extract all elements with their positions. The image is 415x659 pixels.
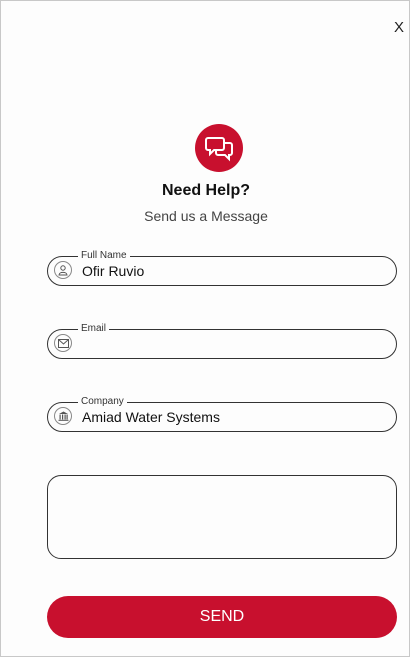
message-textarea[interactable] <box>47 475 397 559</box>
email-field[interactable]: Email <box>47 322 397 359</box>
close-button[interactable]: X <box>392 20 406 36</box>
full-name-value: Ofir Ruvio <box>82 263 145 279</box>
page-title: Need Help? <box>161 182 250 199</box>
chat-bubbles-icon <box>195 124 243 172</box>
company-field[interactable]: Company Amiad Water Systems <box>47 395 397 432</box>
company-value: Amiad Water Systems <box>82 409 220 425</box>
envelope-icon <box>54 334 72 352</box>
send-button[interactable]: SEND <box>47 596 397 638</box>
company-label: Company <box>78 395 127 409</box>
page-subtitle: Send us a Message <box>144 208 268 224</box>
full-name-field[interactable]: Full Name Ofir Ruvio <box>47 249 397 286</box>
building-icon <box>54 407 72 425</box>
person-icon <box>54 261 72 279</box>
full-name-label: Full Name <box>78 249 130 263</box>
contact-panel: X Need Help? Send us a Message Full Name… <box>0 0 410 657</box>
email-label: Email <box>78 322 110 336</box>
